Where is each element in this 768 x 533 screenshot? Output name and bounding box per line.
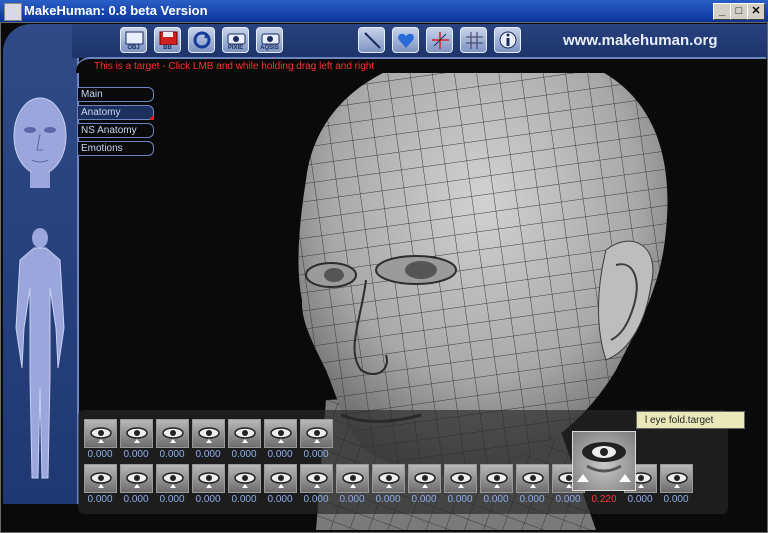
row2-target-value: 0.000 bbox=[195, 494, 221, 505]
row2-target-slot[interactable] bbox=[228, 464, 261, 493]
row1-target-value: 0.000 bbox=[303, 449, 329, 460]
target-tooltip: l eye fold.target bbox=[636, 411, 745, 429]
target-hint: This is a target - Click LMB and while h… bbox=[94, 61, 375, 72]
app-icon bbox=[4, 3, 22, 21]
row1-target-slot[interactable] bbox=[228, 419, 261, 448]
render-pixie-label: PIXIE bbox=[227, 45, 244, 51]
render-aqsis-label: AQSIS bbox=[260, 45, 279, 51]
row2-target-value: 0.000 bbox=[231, 494, 257, 505]
row2-target-value: 0.000 bbox=[663, 494, 689, 505]
row1-target-value: 0.000 bbox=[87, 449, 113, 460]
render-aqsis-button[interactable]: AQSIS bbox=[256, 27, 283, 53]
selected-target-preview[interactable] bbox=[572, 431, 636, 491]
row2-target-slot[interactable] bbox=[156, 464, 189, 493]
window-title: MakeHuman: 0.8 beta Version bbox=[24, 3, 208, 18]
menu-emotions[interactable]: Emotions bbox=[78, 141, 154, 156]
row2-target-value: 0.000 bbox=[375, 494, 401, 505]
row2-target-value: 0.000 bbox=[555, 494, 581, 505]
refresh-button[interactable] bbox=[188, 27, 215, 53]
row1-target-slot[interactable] bbox=[120, 419, 153, 448]
selected-target-value: 0.220 bbox=[591, 494, 617, 505]
row2-target-slot[interactable] bbox=[300, 464, 333, 493]
row2-target-slot[interactable] bbox=[372, 464, 405, 493]
row2-target-slot[interactable] bbox=[660, 464, 693, 493]
eye-fold-icon bbox=[577, 442, 631, 482]
row1-target-value: 0.000 bbox=[231, 449, 257, 460]
close-button[interactable]: ✕ bbox=[747, 3, 765, 20]
tool-shape-button[interactable] bbox=[392, 27, 419, 53]
row1-target-slot[interactable] bbox=[156, 419, 189, 448]
row2-target-value: 0.000 bbox=[483, 494, 509, 505]
row2-target-slot[interactable] bbox=[444, 464, 477, 493]
head-thumbnail-icon[interactable] bbox=[12, 88, 68, 206]
menu-main[interactable]: Main bbox=[78, 87, 154, 102]
tool-grid-button[interactable] bbox=[460, 27, 487, 53]
save-label: BB bbox=[163, 45, 172, 51]
row2-target-value: 0.000 bbox=[519, 494, 545, 505]
row2-target-slot[interactable] bbox=[408, 464, 441, 493]
row2-target-value: 0.000 bbox=[303, 494, 329, 505]
export-obj-label: OBJ bbox=[127, 45, 140, 51]
row1-target-value: 0.000 bbox=[159, 449, 185, 460]
row2-target-slot[interactable] bbox=[516, 464, 549, 493]
row2-target-slot[interactable] bbox=[264, 464, 297, 493]
maximize-button[interactable]: □ bbox=[730, 3, 748, 20]
row2-target-value: 0.000 bbox=[159, 494, 185, 505]
row2-target-slot[interactable] bbox=[192, 464, 225, 493]
row2-target-value: 0.000 bbox=[411, 494, 437, 505]
row2-target-slot[interactable] bbox=[120, 464, 153, 493]
export-obj-button[interactable]: OBJ bbox=[120, 27, 147, 53]
row2-target-value: 0.000 bbox=[123, 494, 149, 505]
body-thumbnail-icon[interactable] bbox=[12, 228, 68, 488]
row2-target-slot[interactable] bbox=[336, 464, 369, 493]
render-pixie-button[interactable]: PIXIE bbox=[222, 27, 249, 53]
row1-target-value: 0.000 bbox=[267, 449, 293, 460]
website-url[interactable]: www.makehuman.org bbox=[563, 32, 717, 49]
row1-target-slot[interactable] bbox=[192, 419, 225, 448]
row2-target-value: 0.000 bbox=[627, 494, 653, 505]
row2-target-slot[interactable] bbox=[84, 464, 117, 493]
row2-target-value: 0.000 bbox=[87, 494, 113, 505]
menu-ns-anatomy[interactable]: NS Anatomy bbox=[78, 123, 154, 138]
window-titlebar: MakeHuman: 0.8 beta Version _ □ ✕ bbox=[0, 0, 768, 22]
row2-target-value: 0.000 bbox=[267, 494, 293, 505]
row1-target-value: 0.000 bbox=[195, 449, 221, 460]
row1-target-slot[interactable] bbox=[84, 419, 117, 448]
tool-line-button[interactable] bbox=[358, 27, 385, 53]
info-button[interactable] bbox=[494, 27, 521, 53]
tool-axes-button[interactable] bbox=[426, 27, 453, 53]
row1-target-slot[interactable] bbox=[264, 419, 297, 448]
minimize-button[interactable]: _ bbox=[713, 3, 731, 20]
row2-target-slot[interactable] bbox=[480, 464, 513, 493]
row2-target-value: 0.000 bbox=[447, 494, 473, 505]
row2-target-value: 0.000 bbox=[339, 494, 365, 505]
row1-target-slot[interactable] bbox=[300, 419, 333, 448]
save-button[interactable]: BB bbox=[154, 27, 181, 53]
row1-target-value: 0.000 bbox=[123, 449, 149, 460]
menu-anatomy[interactable]: Anatomy bbox=[78, 105, 154, 120]
